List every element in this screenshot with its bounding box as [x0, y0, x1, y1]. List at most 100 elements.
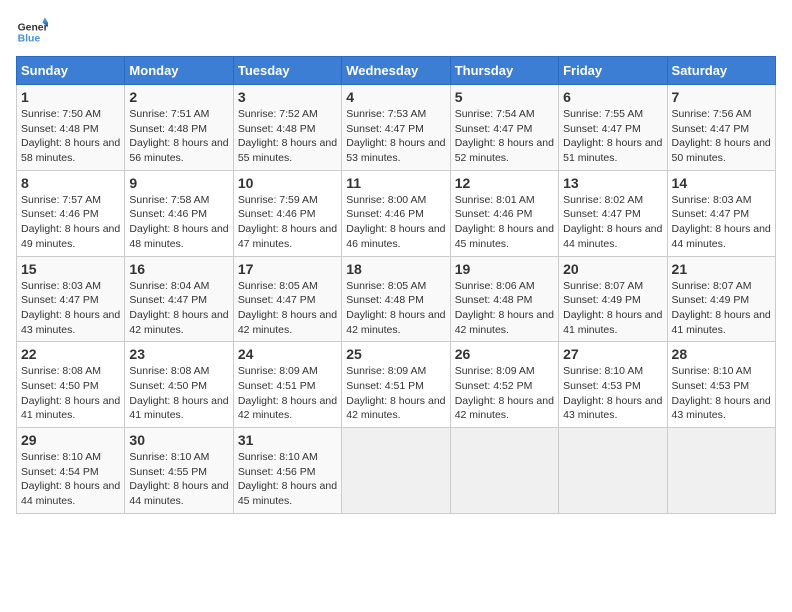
- day-number: 25: [346, 346, 445, 362]
- cell-info: Sunrise: 8:05 AMSunset: 4:48 PMDaylight:…: [346, 280, 445, 336]
- cell-info: Sunrise: 8:10 AMSunset: 4:53 PMDaylight:…: [672, 365, 771, 421]
- calendar-cell: 24 Sunrise: 8:09 AMSunset: 4:51 PMDaylig…: [233, 342, 341, 428]
- day-number: 30: [129, 432, 228, 448]
- cell-info: Sunrise: 7:58 AMSunset: 4:46 PMDaylight:…: [129, 194, 228, 250]
- day-number: 21: [672, 261, 771, 277]
- calendar-cell: 21 Sunrise: 8:07 AMSunset: 4:49 PMDaylig…: [667, 256, 775, 342]
- day-number: 13: [563, 175, 662, 191]
- cell-info: Sunrise: 8:09 AMSunset: 4:51 PMDaylight:…: [238, 365, 337, 421]
- weekday-header-monday: Monday: [125, 57, 233, 85]
- calendar-cell: 10 Sunrise: 7:59 AMSunset: 4:46 PMDaylig…: [233, 170, 341, 256]
- calendar-cell: 4 Sunrise: 7:53 AMSunset: 4:47 PMDayligh…: [342, 85, 450, 171]
- calendar-cell: 20 Sunrise: 8:07 AMSunset: 4:49 PMDaylig…: [559, 256, 667, 342]
- cell-info: Sunrise: 7:50 AMSunset: 4:48 PMDaylight:…: [21, 108, 120, 164]
- day-number: 1: [21, 89, 120, 105]
- cell-info: Sunrise: 8:10 AMSunset: 4:54 PMDaylight:…: [21, 451, 120, 507]
- day-number: 28: [672, 346, 771, 362]
- cell-info: Sunrise: 8:02 AMSunset: 4:47 PMDaylight:…: [563, 194, 662, 250]
- calendar-cell: 22 Sunrise: 8:08 AMSunset: 4:50 PMDaylig…: [17, 342, 125, 428]
- day-number: 15: [21, 261, 120, 277]
- calendar-week-2: 8 Sunrise: 7:57 AMSunset: 4:46 PMDayligh…: [17, 170, 776, 256]
- cell-info: Sunrise: 8:09 AMSunset: 4:51 PMDaylight:…: [346, 365, 445, 421]
- day-number: 24: [238, 346, 337, 362]
- day-number: 6: [563, 89, 662, 105]
- calendar-cell: [450, 428, 558, 514]
- day-number: 27: [563, 346, 662, 362]
- calendar-week-1: 1 Sunrise: 7:50 AMSunset: 4:48 PMDayligh…: [17, 85, 776, 171]
- calendar-cell: 29 Sunrise: 8:10 AMSunset: 4:54 PMDaylig…: [17, 428, 125, 514]
- cell-info: Sunrise: 7:57 AMSunset: 4:46 PMDaylight:…: [21, 194, 120, 250]
- day-number: 3: [238, 89, 337, 105]
- cell-info: Sunrise: 8:01 AMSunset: 4:46 PMDaylight:…: [455, 194, 554, 250]
- day-number: 18: [346, 261, 445, 277]
- day-number: 20: [563, 261, 662, 277]
- calendar-cell: 8 Sunrise: 7:57 AMSunset: 4:46 PMDayligh…: [17, 170, 125, 256]
- cell-info: Sunrise: 8:03 AMSunset: 4:47 PMDaylight:…: [21, 280, 120, 336]
- cell-info: Sunrise: 7:51 AMSunset: 4:48 PMDaylight:…: [129, 108, 228, 164]
- cell-info: Sunrise: 8:04 AMSunset: 4:47 PMDaylight:…: [129, 280, 228, 336]
- day-number: 22: [21, 346, 120, 362]
- day-number: 31: [238, 432, 337, 448]
- day-number: 23: [129, 346, 228, 362]
- calendar-cell: 28 Sunrise: 8:10 AMSunset: 4:53 PMDaylig…: [667, 342, 775, 428]
- weekday-header-tuesday: Tuesday: [233, 57, 341, 85]
- cell-info: Sunrise: 8:05 AMSunset: 4:47 PMDaylight:…: [238, 280, 337, 336]
- day-number: 12: [455, 175, 554, 191]
- cell-info: Sunrise: 7:52 AMSunset: 4:48 PMDaylight:…: [238, 108, 337, 164]
- cell-info: Sunrise: 7:55 AMSunset: 4:47 PMDaylight:…: [563, 108, 662, 164]
- calendar-cell: 27 Sunrise: 8:10 AMSunset: 4:53 PMDaylig…: [559, 342, 667, 428]
- weekday-header-wednesday: Wednesday: [342, 57, 450, 85]
- calendar-cell: [559, 428, 667, 514]
- cell-info: Sunrise: 8:03 AMSunset: 4:47 PMDaylight:…: [672, 194, 771, 250]
- cell-info: Sunrise: 7:53 AMSunset: 4:47 PMDaylight:…: [346, 108, 445, 164]
- calendar-cell: 23 Sunrise: 8:08 AMSunset: 4:50 PMDaylig…: [125, 342, 233, 428]
- calendar-cell: 18 Sunrise: 8:05 AMSunset: 4:48 PMDaylig…: [342, 256, 450, 342]
- cell-info: Sunrise: 8:09 AMSunset: 4:52 PMDaylight:…: [455, 365, 554, 421]
- day-number: 4: [346, 89, 445, 105]
- calendar-cell: 2 Sunrise: 7:51 AMSunset: 4:48 PMDayligh…: [125, 85, 233, 171]
- calendar-cell: 11 Sunrise: 8:00 AMSunset: 4:46 PMDaylig…: [342, 170, 450, 256]
- cell-info: Sunrise: 8:08 AMSunset: 4:50 PMDaylight:…: [21, 365, 120, 421]
- calendar-cell: 1 Sunrise: 7:50 AMSunset: 4:48 PMDayligh…: [17, 85, 125, 171]
- cell-info: Sunrise: 8:07 AMSunset: 4:49 PMDaylight:…: [672, 280, 771, 336]
- calendar-cell: 16 Sunrise: 8:04 AMSunset: 4:47 PMDaylig…: [125, 256, 233, 342]
- calendar-cell: 26 Sunrise: 8:09 AMSunset: 4:52 PMDaylig…: [450, 342, 558, 428]
- cell-info: Sunrise: 8:10 AMSunset: 4:56 PMDaylight:…: [238, 451, 337, 507]
- day-number: 26: [455, 346, 554, 362]
- weekday-header-thursday: Thursday: [450, 57, 558, 85]
- day-number: 16: [129, 261, 228, 277]
- calendar-cell: 13 Sunrise: 8:02 AMSunset: 4:47 PMDaylig…: [559, 170, 667, 256]
- logo-icon: General Blue: [16, 16, 48, 48]
- calendar-cell: 31 Sunrise: 8:10 AMSunset: 4:56 PMDaylig…: [233, 428, 341, 514]
- day-number: 11: [346, 175, 445, 191]
- calendar-cell: 14 Sunrise: 8:03 AMSunset: 4:47 PMDaylig…: [667, 170, 775, 256]
- cell-info: Sunrise: 8:06 AMSunset: 4:48 PMDaylight:…: [455, 280, 554, 336]
- day-number: 19: [455, 261, 554, 277]
- cell-info: Sunrise: 7:59 AMSunset: 4:46 PMDaylight:…: [238, 194, 337, 250]
- calendar-cell: 6 Sunrise: 7:55 AMSunset: 4:47 PMDayligh…: [559, 85, 667, 171]
- weekday-header-saturday: Saturday: [667, 57, 775, 85]
- day-number: 10: [238, 175, 337, 191]
- weekday-header-friday: Friday: [559, 57, 667, 85]
- svg-text:Blue: Blue: [18, 34, 41, 45]
- calendar-week-5: 29 Sunrise: 8:10 AMSunset: 4:54 PMDaylig…: [17, 428, 776, 514]
- calendar-cell: 9 Sunrise: 7:58 AMSunset: 4:46 PMDayligh…: [125, 170, 233, 256]
- day-number: 17: [238, 261, 337, 277]
- cell-info: Sunrise: 8:10 AMSunset: 4:55 PMDaylight:…: [129, 451, 228, 507]
- day-number: 8: [21, 175, 120, 191]
- logo: General Blue: [16, 16, 48, 48]
- weekday-header-sunday: Sunday: [17, 57, 125, 85]
- calendar-cell: 7 Sunrise: 7:56 AMSunset: 4:47 PMDayligh…: [667, 85, 775, 171]
- day-number: 9: [129, 175, 228, 191]
- day-number: 5: [455, 89, 554, 105]
- calendar-week-3: 15 Sunrise: 8:03 AMSunset: 4:47 PMDaylig…: [17, 256, 776, 342]
- calendar-cell: [342, 428, 450, 514]
- cell-info: Sunrise: 8:07 AMSunset: 4:49 PMDaylight:…: [563, 280, 662, 336]
- cell-info: Sunrise: 8:08 AMSunset: 4:50 PMDaylight:…: [129, 365, 228, 421]
- svg-text:General: General: [18, 22, 48, 33]
- cell-info: Sunrise: 7:54 AMSunset: 4:47 PMDaylight:…: [455, 108, 554, 164]
- calendar-cell: 17 Sunrise: 8:05 AMSunset: 4:47 PMDaylig…: [233, 256, 341, 342]
- calendar-cell: 12 Sunrise: 8:01 AMSunset: 4:46 PMDaylig…: [450, 170, 558, 256]
- calendar-cell: [667, 428, 775, 514]
- day-number: 14: [672, 175, 771, 191]
